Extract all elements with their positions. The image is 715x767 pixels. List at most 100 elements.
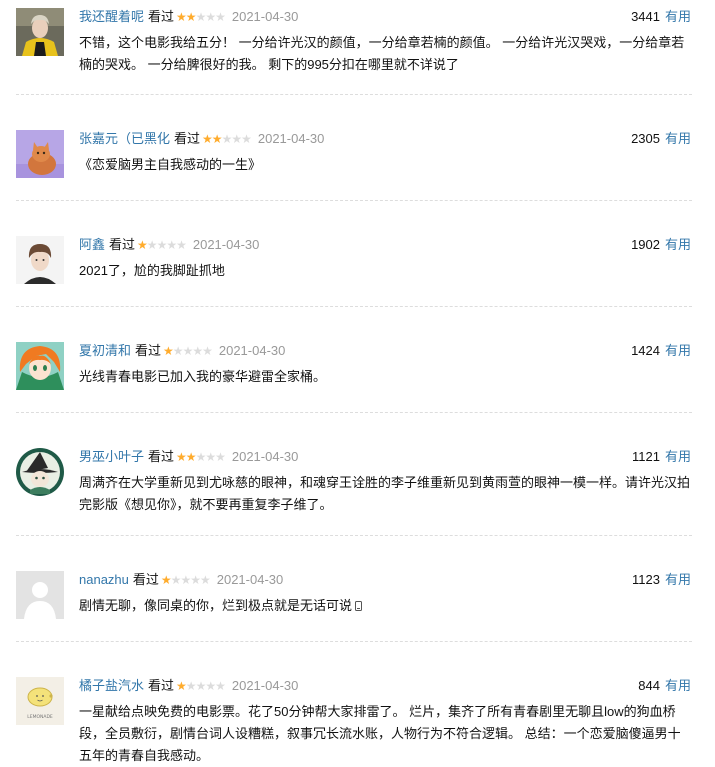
star-filled-icon: ★ xyxy=(185,10,197,24)
rating-stars: ★★★★★ xyxy=(176,677,226,695)
star-filled-icon: ★ xyxy=(185,450,197,464)
avatar[interactable] xyxy=(16,448,64,496)
watch-status: 看过 xyxy=(109,237,136,252)
avatar[interactable] xyxy=(16,130,64,178)
comment-meta: 橘子盐汽水 看过 ★★★★★ 2021-04-30 xyxy=(79,677,298,695)
vote-area: 1902 有用 xyxy=(631,236,691,254)
star-filled-icon: ★ xyxy=(137,238,148,252)
avatar[interactable] xyxy=(16,571,64,619)
avatar-man-yellow-jacket-icon xyxy=(16,8,64,56)
comment-meta: nanazhu 看过 ★★★★★ 2021-04-30 xyxy=(79,571,283,589)
star-empty-icon: ★ xyxy=(185,679,197,693)
username-link[interactable]: nanazhu xyxy=(79,572,129,587)
star-empty-icon: ★ xyxy=(205,679,216,693)
comment-meta: 男巫小叶子 看过 ★★★★★ 2021-04-30 xyxy=(79,448,298,466)
watch-status: 看过 xyxy=(135,343,162,358)
star-empty-icon: ★ xyxy=(195,679,207,693)
avatar-lemon-drawing-icon: LEMONADE xyxy=(16,677,64,725)
star-filled-icon: ★ xyxy=(160,573,172,587)
vote-area: 2305 有用 xyxy=(631,130,691,148)
star-empty-icon: ★ xyxy=(180,573,191,587)
comment-date: 2021-04-30 xyxy=(231,449,299,464)
star-empty-icon: ★ xyxy=(182,344,194,358)
avatar[interactable]: LEMONADE xyxy=(16,677,64,725)
comment-date: 2021-04-30 xyxy=(231,9,299,24)
vote-count: 844 xyxy=(638,678,660,693)
rating-stars: ★★★★★ xyxy=(137,236,187,254)
comment-list: 我还醒着呢 看过 ★★★★★ 2021-04-30 3441 有用 不错，这个电影我给五… xyxy=(0,0,715,767)
divider xyxy=(16,200,692,201)
watch-status: 看过 xyxy=(148,9,175,24)
comment-text: 一星献给点映免费的电影票。花了50分钟帮大家排雷了。 烂片，集齐了所有青春剧里无… xyxy=(79,704,681,763)
comment-date: 2021-04-30 xyxy=(231,678,299,693)
useful-button[interactable]: 有用 xyxy=(665,237,691,252)
vote-count: 1424 xyxy=(631,343,660,358)
rating-stars: ★★★★★ xyxy=(202,130,252,148)
star-empty-icon: ★ xyxy=(172,344,184,358)
useful-button[interactable]: 有用 xyxy=(665,9,691,24)
star-empty-icon: ★ xyxy=(205,10,216,24)
avatar-young-man-icon xyxy=(16,236,64,284)
star-empty-icon: ★ xyxy=(195,450,207,464)
divider xyxy=(16,535,692,536)
star-filled-icon: ★ xyxy=(176,10,187,24)
vote-count: 3441 xyxy=(631,9,660,24)
comment-text: 《恋爱脑男主自我感动的一生》 xyxy=(79,157,262,172)
username-link[interactable]: 男巫小叶子 xyxy=(79,449,144,464)
comment-text: 光线青春电影已加入我的豪华避雷全家桶。 xyxy=(79,369,327,384)
rating-stars: ★★★★★ xyxy=(176,8,226,26)
watch-status: 看过 xyxy=(148,449,175,464)
username-link[interactable]: 我还醒着呢 xyxy=(79,9,144,24)
divider xyxy=(16,412,692,413)
useful-button[interactable]: 有用 xyxy=(665,343,691,358)
comment-text: 2021了，尬的我脚趾抓地 xyxy=(79,263,225,278)
comment-meta: 夏初清和 看过 ★★★★★ 2021-04-30 xyxy=(79,342,285,360)
comment-text-body: 剧情无聊，像同桌的你，烂到极点就是无话可说 xyxy=(79,598,353,613)
star-empty-icon: ★ xyxy=(170,573,182,587)
vote-area: 3441 有用 xyxy=(631,8,691,26)
divider xyxy=(16,306,692,307)
useful-button[interactable]: 有用 xyxy=(665,678,691,693)
avatar[interactable] xyxy=(16,342,64,390)
divider xyxy=(16,641,692,642)
comment-text: 不错，这个电影我给五分！ 一分给许光汉的颜值，一分给章若楠的颜值。 一分给许光汉… xyxy=(79,35,685,72)
avatar-caption: LEMONADE xyxy=(27,714,53,720)
comment-date: 2021-04-30 xyxy=(218,343,286,358)
vote-area: 1123 有用 xyxy=(632,571,691,589)
useful-button[interactable]: 有用 xyxy=(665,131,691,146)
star-empty-icon: ★ xyxy=(205,450,216,464)
useful-button[interactable]: 有用 xyxy=(665,449,691,464)
star-empty-icon: ★ xyxy=(221,132,233,146)
vote-count: 1902 xyxy=(631,237,660,252)
vote-area: 1424 有用 xyxy=(631,342,691,360)
vote-count: 1123 xyxy=(632,572,660,587)
avatar[interactable] xyxy=(16,8,64,56)
avatar-orange-cat-purple-icon xyxy=(16,130,64,178)
star-filled-icon: ★ xyxy=(163,344,174,358)
star-filled-icon: ★ xyxy=(202,132,213,146)
star-empty-icon: ★ xyxy=(146,238,158,252)
watch-status: 看过 xyxy=(148,678,175,693)
star-empty-icon: ★ xyxy=(215,450,226,464)
star-empty-icon: ★ xyxy=(190,573,201,587)
comment-meta: 我还醒着呢 看过 ★★★★★ 2021-04-30 xyxy=(79,8,298,26)
star-filled-icon: ★ xyxy=(176,679,187,693)
avatar[interactable] xyxy=(16,236,64,284)
vote-count: 2305 xyxy=(631,131,660,146)
avatar-default-silhouette-icon xyxy=(16,571,64,619)
star-empty-icon: ★ xyxy=(156,238,168,252)
star-empty-icon: ★ xyxy=(192,344,203,358)
vote-count: 1121 xyxy=(632,449,660,464)
username-link[interactable]: 橘子盐汽水 xyxy=(79,678,144,693)
useful-button[interactable]: 有用 xyxy=(665,572,691,587)
username-link[interactable]: 夏初清和 xyxy=(79,343,131,358)
comment-text: 剧情无聊，像同桌的你，烂到极点就是无话可说 xyxy=(79,595,691,617)
star-empty-icon: ★ xyxy=(231,132,242,146)
username-link[interactable]: 阿鑫 xyxy=(79,237,105,252)
star-empty-icon: ★ xyxy=(176,238,187,252)
star-empty-icon: ★ xyxy=(166,238,177,252)
star-filled-icon: ★ xyxy=(211,132,223,146)
star-empty-icon: ★ xyxy=(241,132,252,146)
username-link[interactable]: 张嘉元（已黑化 xyxy=(79,131,170,146)
star-empty-icon: ★ xyxy=(202,344,213,358)
